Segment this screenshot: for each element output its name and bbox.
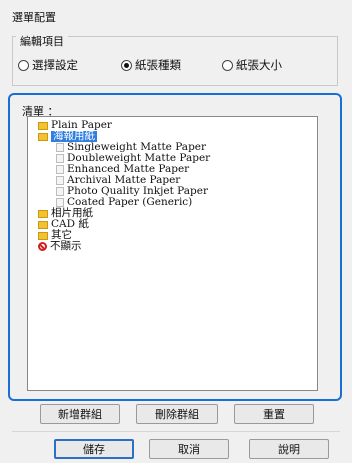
paper-icon [56,165,64,174]
folder-icon [38,132,48,141]
paper-icon [56,187,64,196]
paper-icon [56,154,64,163]
menu-arrangement-dialog: 選單配置 編輯項目 選擇設定 紙張種類 紙張大小 清單 ： Plain Pape… [0,0,352,463]
paper-icon [56,176,64,185]
save-button[interactable]: 儲存 [54,439,134,459]
paper-icon [56,143,64,152]
list-item-hidden[interactable]: 不顯示 [38,241,82,252]
add-group-button[interactable]: 新增群組 [40,404,120,424]
folder-icon [38,220,48,229]
folder-icon [38,231,48,240]
radio-paper-type[interactable]: 紙張種類 [121,57,181,73]
reset-button[interactable]: 重置 [234,404,314,424]
radio-button-icon [18,59,29,71]
radio-label: 紙張大小 [236,58,282,72]
divider [12,431,340,432]
radio-paper-size[interactable]: 紙張大小 [222,57,282,73]
menu-list[interactable]: Plain Paper 海報用紙 Singleweight Matte Pape… [27,116,318,391]
radio-button-icon [121,59,132,71]
paper-icon [56,198,64,207]
hidden-icon [38,242,47,251]
radio-button-icon [222,59,233,71]
folder-icon [38,209,48,218]
edit-items-label: 編輯項目 [16,33,68,49]
help-button[interactable]: 說明 [249,439,329,459]
radio-label: 紙張種類 [135,58,181,72]
list-item-label: 不顯示 [50,240,82,252]
dialog-title: 選單配置 [12,11,56,24]
cancel-button[interactable]: 取消 [149,439,229,459]
radio-label: 選擇設定 [32,58,78,72]
folder-icon [38,121,48,130]
delete-group-button[interactable]: 刪除群組 [136,404,218,424]
radio-select-setting[interactable]: 選擇設定 [18,57,78,73]
